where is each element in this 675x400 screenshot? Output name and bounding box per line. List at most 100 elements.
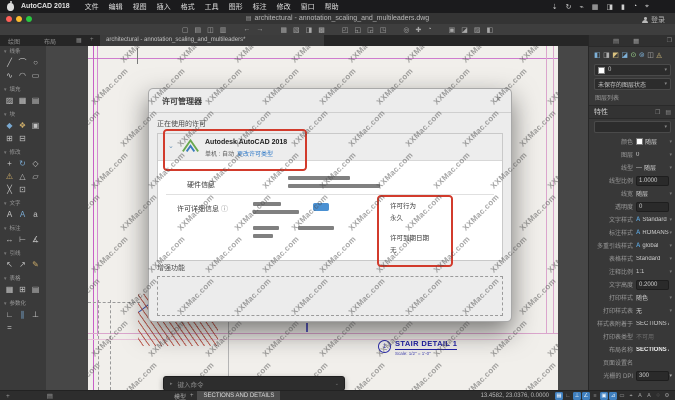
menu-item[interactable]: 文件 (85, 2, 99, 12)
dim-linear-icon[interactable]: ↔ (3, 233, 16, 246)
panel-list-icon[interactable]: ▤ (665, 109, 671, 116)
property-row[interactable]: 线宽 随层 ▾ (589, 187, 675, 200)
constraint-perpendicular-icon[interactable]: ⊥ (29, 308, 42, 321)
menu-item[interactable]: 标注 (253, 2, 267, 12)
match-properties-icon[interactable]: ◪ (461, 26, 468, 34)
constraint-geometric-icon[interactable]: ∟ (3, 308, 16, 321)
edit-text-icon[interactable]: a (29, 208, 42, 221)
layer-delete-icon[interactable]: ◨ (603, 51, 610, 59)
property-row[interactable]: 注释比例 1:1 ▾ (589, 265, 675, 278)
panel-copy-icon[interactable]: ❐ (655, 109, 660, 116)
print-icon[interactable]: ▥ (220, 26, 227, 34)
layer-list-link[interactable]: 图层列表 (595, 93, 670, 102)
palette-section-hatch[interactable]: ▼填充 (0, 84, 46, 94)
command-line-bar[interactable]: ▸ 键入命令 ⌄ (163, 376, 345, 391)
layer-on-icon[interactable]: ◩ (612, 51, 619, 59)
palette-section-dimension[interactable]: ▼标注 (0, 223, 46, 233)
table-insert-icon[interactable]: ⊞ (16, 283, 29, 296)
insert-block-icon[interactable]: ◆ (3, 119, 16, 132)
single-text-icon[interactable]: A (16, 208, 29, 221)
app-menu[interactable]: AutoCAD 2018 (21, 3, 70, 10)
palette-section-leader[interactable]: ▼引线 (0, 248, 46, 258)
annotation-visibility-icon[interactable]: A (636, 392, 644, 400)
property-row[interactable]: 打印表类型 不可用 ▾ (589, 330, 675, 343)
download-icon[interactable]: ⇣ (552, 3, 558, 11)
property-row[interactable]: 标注样式 ROMANS-... ▾ (589, 226, 675, 239)
orbit-icon[interactable]: ◔ (427, 26, 431, 33)
new-file-icon[interactable]: ▢ (182, 26, 189, 34)
menu-item[interactable]: 窗口 (301, 2, 315, 12)
palette-section-modify[interactable]: ▼修改 (0, 147, 46, 157)
property-row[interactable]: 多重引线样式 global ▾ (589, 239, 675, 252)
pan-icon[interactable]: ✚ (416, 26, 422, 34)
palette-section-draw[interactable]: ▼线条 (0, 46, 46, 56)
plot-preview-icon[interactable]: ▧ (293, 26, 300, 34)
sheet-icon[interactable]: ▤ (47, 392, 53, 400)
dyn-input-icon[interactable]: ▭ (618, 392, 626, 400)
settings-gear-icon[interactable]: ⚙ (663, 392, 671, 400)
menu-item[interactable]: 图形 (229, 2, 243, 12)
dim-angular-icon[interactable]: ∡ (29, 233, 42, 246)
command-input-placeholder[interactable]: 键入命令 (178, 379, 204, 389)
apple-menu-icon[interactable] (7, 3, 14, 11)
layers-tab-icon[interactable]: ▤ (613, 37, 619, 45)
menu-item[interactable]: 帮助 (325, 2, 339, 12)
line-icon[interactable]: ╱ (3, 56, 16, 69)
property-row[interactable]: 文字样式 Standard ▾ (589, 213, 675, 226)
property-row[interactable]: 图层 0 ▾ (589, 148, 675, 161)
array-icon[interactable]: △ (16, 170, 29, 183)
current-layer-dropdown[interactable]: 0 ▾ (594, 64, 671, 76)
move-icon[interactable]: + (3, 157, 16, 170)
workspace-icon[interactable]: ⁘ (654, 392, 662, 400)
stretch-icon[interactable]: ▱ (29, 170, 42, 183)
grid-toggle-icon[interactable]: ▦ (555, 392, 563, 400)
layer-state-dropdown[interactable]: 未保存的图层状态 ▾ (594, 78, 671, 90)
write-block-icon[interactable]: ⊞ (3, 132, 16, 145)
boundary-icon[interactable]: ▦ (16, 94, 29, 107)
layer-freeze-icon[interactable]: ◪ (621, 51, 628, 59)
measure-icon[interactable]: ▨ (474, 26, 481, 34)
polar-toggle-icon[interactable]: ∠ (582, 392, 590, 400)
layer-merge-icon[interactable]: ◫ (647, 51, 654, 59)
group-icon[interactable]: ◧ (486, 26, 493, 34)
viewport-icon[interactable]: ◰ (342, 26, 349, 34)
undo-icon[interactable]: ← (243, 26, 250, 33)
redo-icon[interactable]: → (256, 26, 263, 33)
selection-dropdown[interactable]: ▾ (594, 121, 671, 133)
volume-icon[interactable]: ◨ (606, 3, 613, 11)
menu-item[interactable]: 插入 (157, 2, 171, 12)
spline-icon[interactable]: ∿ (3, 69, 16, 82)
arc-icon[interactable]: ⌒ (16, 56, 29, 69)
leader-icon[interactable]: ↖ (3, 258, 16, 271)
plot-icon[interactable]: ▦ (280, 26, 287, 34)
home-view-icon[interactable]: ⌖ (627, 392, 635, 400)
hatch-icon[interactable]: ▨ (3, 94, 16, 107)
etransmit-icon[interactable]: ▩ (318, 26, 325, 34)
model-tab[interactable]: 模型 (174, 392, 186, 400)
display-icon[interactable]: ▦ (592, 3, 599, 11)
battery-icon[interactable]: ▮ (621, 3, 625, 11)
layer-new-icon[interactable]: ◧ (594, 51, 601, 59)
property-row[interactable]: 文字高度 0.2000 ▾ (589, 278, 675, 291)
property-row[interactable]: 光栅的 DPI 300 ▾ (589, 369, 675, 382)
table-icon[interactable]: ▦ (3, 283, 16, 296)
new-layout-button[interactable]: + (190, 393, 194, 399)
close-icon[interactable]: × (496, 94, 501, 104)
property-row[interactable]: 线型 随层 ▾ (589, 161, 675, 174)
zoom-icon[interactable]: ◎ (403, 26, 409, 34)
open-file-icon[interactable]: ▤ (195, 26, 202, 34)
property-row[interactable]: 页面设置名 ▾ (589, 356, 675, 369)
property-row[interactable]: 表格样式 Standard ▾ (589, 252, 675, 265)
layout-icon[interactable]: ◲ (367, 26, 374, 34)
constraint-equal-icon[interactable]: = (3, 321, 16, 334)
dim-baseline-icon[interactable]: ⊢ (16, 233, 29, 246)
new-tab-button[interactable]: + (90, 37, 94, 43)
gradient-icon[interactable]: ▤ (29, 94, 42, 107)
layer-walk-icon[interactable]: ◬ (656, 51, 661, 59)
property-row[interactable]: 透明度 0 ▾ (589, 200, 675, 213)
isodraft-icon[interactable]: ≡ (591, 392, 599, 400)
detach-panel-icon[interactable]: ❐ (667, 37, 672, 44)
properties-tab-icon[interactable]: ▦ (633, 37, 639, 45)
property-row[interactable]: 打印样式表 无 ▾ (589, 304, 675, 317)
menu-item[interactable]: 修改 (277, 2, 291, 12)
